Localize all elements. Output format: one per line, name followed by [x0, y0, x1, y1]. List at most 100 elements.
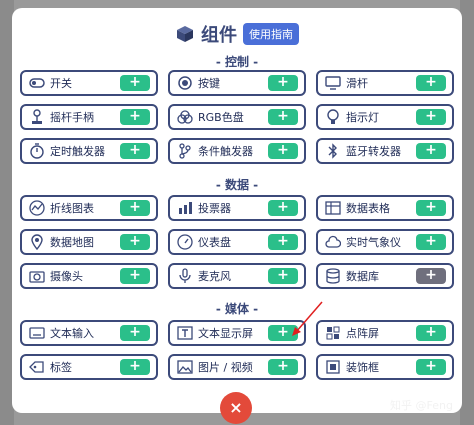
component-label: RGB色盘: [198, 111, 244, 124]
component-card-frame[interactable]: 装饰框 +: [316, 354, 454, 380]
component-card-dotmatrix[interactable]: 点阵屏 +: [316, 320, 454, 346]
component-card-camera[interactable]: 摄像头 +: [20, 263, 158, 289]
component-label: 数据表格: [346, 202, 390, 215]
bulb-icon: [324, 108, 342, 126]
component-card-textinput[interactable]: 文本输入 +: [20, 320, 158, 346]
close-button[interactable]: ×: [220, 392, 252, 424]
add-condition-button[interactable]: +: [268, 143, 298, 159]
database-icon: [324, 267, 342, 285]
component-card-textdisplay[interactable]: 文本显示屏 +: [168, 320, 306, 346]
add-table-button[interactable]: +: [416, 200, 446, 216]
table-icon: [324, 199, 342, 217]
component-label: 蓝牙转发器: [346, 145, 401, 158]
component-label: 数据地图: [50, 236, 94, 249]
add-mic-button[interactable]: +: [268, 268, 298, 284]
component-card-table[interactable]: 数据表格 +: [316, 195, 454, 221]
add-button-button[interactable]: +: [268, 75, 298, 91]
component-label: 图片 / 视频: [198, 361, 253, 374]
branch-icon: [176, 142, 194, 160]
section-title-media: - 媒体 -: [215, 302, 259, 316]
add-rgb-button[interactable]: +: [268, 109, 298, 125]
component-label: 滑杆: [346, 77, 368, 90]
component-label: 仪表盘: [198, 236, 231, 249]
component-card-timer[interactable]: 定时触发器 +: [20, 138, 158, 164]
panel-header: 组件 使用指南: [12, 20, 462, 48]
rgb-icon: [176, 108, 194, 126]
tag-icon: [28, 358, 46, 376]
component-card-slider[interactable]: 滑杆 +: [316, 70, 454, 96]
line-chart-icon: [28, 199, 46, 217]
add-textinput-button[interactable]: +: [120, 325, 150, 341]
add-voting-button[interactable]: +: [268, 200, 298, 216]
component-card-switch[interactable]: 开关 +: [20, 70, 158, 96]
keyboard-icon: [28, 324, 46, 342]
component-card-rgb[interactable]: RGB色盘 +: [168, 104, 306, 130]
component-card-database[interactable]: 数据库 +: [316, 263, 454, 289]
add-image-button[interactable]: +: [268, 359, 298, 375]
component-label: 摇杆手柄: [50, 111, 94, 124]
camera-icon: [28, 267, 46, 285]
component-label: 折线图表: [50, 202, 94, 215]
panel-title: 组件: [201, 25, 237, 46]
component-label: 投票器: [198, 202, 231, 215]
map-pin-icon: [28, 233, 46, 251]
component-card-gauge[interactable]: 仪表盘 +: [168, 229, 306, 255]
slider-icon: [324, 74, 342, 92]
add-map-button[interactable]: +: [120, 234, 150, 250]
component-label: 条件触发器: [198, 145, 253, 158]
component-label: 装饰框: [346, 361, 379, 374]
weather-icon: [324, 233, 342, 251]
add-linechart-button[interactable]: +: [120, 200, 150, 216]
cube-icon: [177, 26, 193, 42]
add-slider-button[interactable]: +: [416, 75, 446, 91]
component-card-condition[interactable]: 条件触发器 +: [168, 138, 306, 164]
component-card-voting[interactable]: 投票器 +: [168, 195, 306, 221]
dot-matrix-icon: [324, 324, 342, 342]
section-title-control: - 控制 -: [215, 55, 259, 69]
component-label: 数据库: [346, 270, 379, 283]
component-label: 标签: [50, 361, 72, 374]
component-card-linechart[interactable]: 折线图表 +: [20, 195, 158, 221]
component-card-tag[interactable]: 标签 +: [20, 354, 158, 380]
watermark: 知乎 @Feng: [390, 399, 453, 412]
component-card-mic[interactable]: 麦克风 +: [168, 263, 306, 289]
image-icon: [176, 358, 194, 376]
component-card-button[interactable]: 按键 +: [168, 70, 306, 96]
component-card-bluetooth[interactable]: 蓝牙转发器 +: [316, 138, 454, 164]
joystick-icon: [28, 108, 46, 126]
component-panel: 组件 使用指南 - 控制 - - 数据 - - 媒体 - 开关 + 按键 + 滑…: [12, 8, 462, 413]
guide-button[interactable]: 使用指南: [243, 23, 299, 45]
component-card-joystick[interactable]: 摇杆手柄 +: [20, 104, 158, 130]
component-label: 实时气象仪: [346, 236, 401, 249]
add-frame-button[interactable]: +: [416, 359, 446, 375]
text-box-icon: [176, 324, 194, 342]
annotation-arrow-icon: [292, 301, 323, 336]
add-switch-button[interactable]: +: [120, 75, 150, 91]
component-card-indicator[interactable]: 指示灯 +: [316, 104, 454, 130]
component-card-map[interactable]: 数据地图 +: [20, 229, 158, 255]
add-bluetooth-button[interactable]: +: [416, 143, 446, 159]
component-label: 文本输入: [50, 327, 94, 340]
add-gauge-button[interactable]: +: [268, 234, 298, 250]
component-label: 定时触发器: [50, 145, 105, 158]
component-label: 指示灯: [346, 111, 379, 124]
bluetooth-icon: [324, 142, 342, 160]
frame-icon: [324, 358, 342, 376]
microphone-icon: [176, 267, 194, 285]
add-dotmatrix-button[interactable]: +: [416, 325, 446, 341]
component-card-image[interactable]: 图片 / 视频 +: [168, 354, 306, 380]
add-joystick-button[interactable]: +: [120, 109, 150, 125]
toggle-icon: [28, 74, 46, 92]
background-right: [460, 0, 474, 425]
add-database-button[interactable]: +: [416, 268, 446, 284]
gauge-icon: [176, 233, 194, 251]
add-camera-button[interactable]: +: [120, 268, 150, 284]
component-card-weather[interactable]: 实时气象仪 +: [316, 229, 454, 255]
add-timer-button[interactable]: +: [120, 143, 150, 159]
add-tag-button[interactable]: +: [120, 359, 150, 375]
component-label: 文本显示屏: [198, 327, 253, 340]
add-weather-button[interactable]: +: [416, 234, 446, 250]
component-label: 摄像头: [50, 270, 83, 283]
component-label: 麦克风: [198, 270, 231, 283]
add-indicator-button[interactable]: +: [416, 109, 446, 125]
